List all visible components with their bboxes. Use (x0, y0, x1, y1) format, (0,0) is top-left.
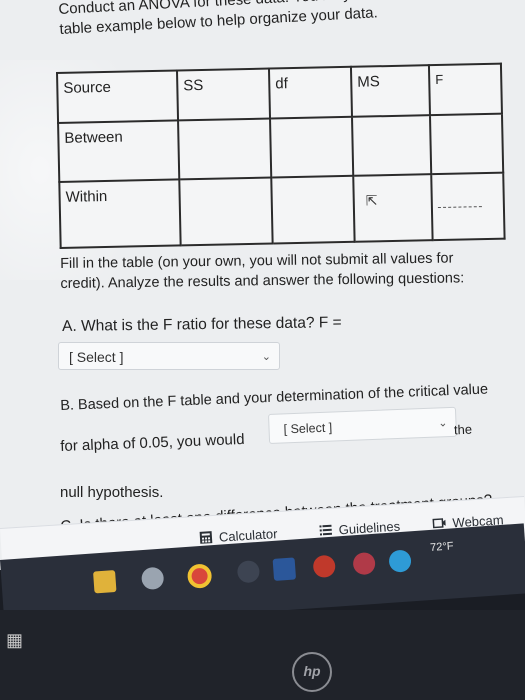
calendar-grid-icon: ▦ (6, 630, 24, 650)
cell-within-f (431, 172, 505, 241)
help-icon[interactable] (388, 549, 412, 573)
chevron-down-icon: ⌄ (438, 417, 448, 430)
intro-text: Conduct an ANOVA for these data. You may… (58, 0, 480, 40)
list-icon (319, 524, 333, 536)
anova-summary-table: Source SS df MS F Between Within ⇱ (56, 62, 506, 249)
question-b-line-3: null hypothesis. (60, 484, 164, 501)
header-ms: MS (350, 65, 430, 117)
cell-between-f (429, 113, 504, 175)
mouse-pointer-icon: ⇱ (365, 192, 378, 209)
weather-temperature[interactable]: 72°F (430, 540, 454, 554)
app-icon-red[interactable] (312, 554, 336, 579)
cell-within-ms: ⇱ (353, 174, 433, 242)
f-ratio-select-value: [ Select ] (69, 349, 124, 365)
question-b-line-2: for alpha of 0.05, you would (60, 430, 245, 455)
word-icon[interactable] (272, 557, 297, 581)
laptop-bezel (0, 610, 525, 700)
cell-between-ms (352, 115, 432, 176)
calculator-icon (199, 531, 213, 544)
table-row: Within ⇱ (59, 172, 505, 248)
row-label-between: Between (58, 120, 180, 182)
hypothesis-select-value: [ Select ] (283, 420, 333, 437)
hypothesis-decision-select[interactable]: [ Select ] ⌄ (268, 406, 458, 444)
browser-screen: Conduct an ANOVA for these data. You may… (0, 0, 525, 570)
question-b-suffix: the (453, 421, 473, 438)
app-icon-rose[interactable] (352, 551, 376, 576)
chrome-icon[interactable] (186, 563, 213, 589)
header-source: Source (57, 70, 179, 123)
app-icon-m[interactable] (236, 559, 261, 584)
f-ratio-select[interactable]: [ Select ] ⌄ (58, 342, 280, 370)
hp-logo: hp (292, 652, 332, 692)
cell-within-ss (179, 177, 273, 246)
instructions-text: Fill in the table (on your own, you will… (60, 248, 481, 294)
header-f: F (428, 63, 502, 116)
cell-between-ss (178, 118, 272, 180)
cell-between-df (270, 116, 354, 178)
question-a: A. What is the F ratio for these data? F… (62, 314, 342, 335)
table-row: Between (58, 113, 504, 182)
file-explorer-icon[interactable] (93, 570, 117, 594)
chevron-down-icon: ⌄ (261, 351, 271, 363)
row-label-within: Within (59, 179, 181, 248)
header-df: df (268, 66, 353, 119)
cell-within-df (271, 175, 355, 244)
header-ss: SS (176, 68, 271, 121)
dashed-line (437, 206, 482, 209)
app-icon[interactable] (140, 566, 165, 591)
